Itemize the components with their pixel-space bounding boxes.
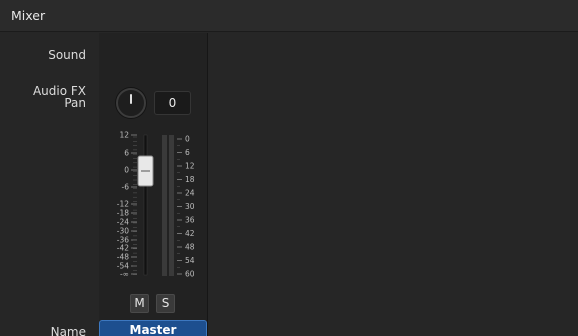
meter-scale: 0 6 12 18 24 30 36 42 48 54 60 <box>177 135 195 279</box>
fader-scale-label: -12 <box>117 200 129 209</box>
meter-scale-label: 54 <box>185 256 195 265</box>
meter-right <box>169 135 174 276</box>
window-title: Mixer <box>11 8 46 23</box>
meter-scale-label: 42 <box>185 229 195 238</box>
pan-knob[interactable] <box>116 88 146 118</box>
pan-knob-indicator <box>130 94 132 104</box>
name-label: Name <box>50 325 86 336</box>
fader-scale-label: -∞ <box>120 270 129 279</box>
meter-left <box>162 135 167 276</box>
meter-scale-label: 6 <box>185 148 190 157</box>
fader-scale-label: -42 <box>117 244 129 253</box>
fader-and-meter: 1260-6-12-18-24-30-36-42-48-54-∞ 0612182… <box>117 131 195 279</box>
meter-scale-label: 12 <box>185 162 195 171</box>
fader-scale-label: -30 <box>117 227 129 236</box>
meter-scale-label: 30 <box>185 202 195 211</box>
fader-scale-label: 6 <box>124 149 129 158</box>
mute-button[interactable]: M <box>130 294 149 313</box>
window-titlebar: Mixer <box>0 0 578 32</box>
fader-scale-label: 12 <box>119 131 129 140</box>
fader-scale-label: -24 <box>117 218 129 227</box>
fader-scale-label: 0 <box>124 166 129 175</box>
meter-scale-label: 0 <box>185 135 190 144</box>
fader-handle[interactable] <box>137 155 154 187</box>
pan-value-field[interactable]: 0 <box>154 91 191 115</box>
meter-scale-label: 24 <box>185 189 195 198</box>
meter-scale-label: 48 <box>185 243 195 252</box>
fader-scale-label: -18 <box>117 209 129 218</box>
sound-label: Sound <box>48 48 86 62</box>
fader-scale: 1260-6-12-18-24-30-36-42-48-54-∞ <box>117 131 137 279</box>
meter-scale-label: 18 <box>185 175 195 184</box>
pan-label: Pan <box>64 96 86 110</box>
fader-scale-label: -48 <box>117 253 129 262</box>
channel-name-field[interactable]: Master <box>99 320 207 336</box>
meter-scale-label: 60 <box>185 270 195 279</box>
meter-scale-label: 36 <box>185 216 195 225</box>
fader-scale-label: -6 <box>122 183 130 192</box>
mixer-empty-area <box>209 33 578 336</box>
row-labels: Sound Audio FX Pan Name <box>0 33 99 336</box>
solo-button[interactable]: S <box>156 294 175 313</box>
